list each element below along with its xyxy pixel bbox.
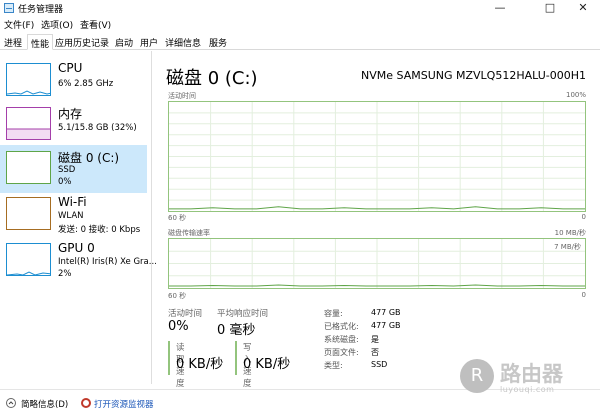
transfer-graph-max: 10 MB/秒 <box>554 229 586 237</box>
sidebar-item-detail: WLAN <box>58 211 84 221</box>
disk-thumbnail-graph <box>6 151 51 184</box>
router-logo-icon: R <box>460 359 494 393</box>
disk-detail-panel: 磁盘 0 (C:) NVMe SAMSUNG MZVLQ512HALU-000H… <box>153 51 600 389</box>
page-title: 磁盘 0 (C:) <box>166 68 258 89</box>
info-value-page-file: 否 <box>371 348 379 357</box>
transfer-graph-x-right: 0 <box>581 291 586 299</box>
title-bar: 任务管理器 — □ ✕ <box>0 0 600 16</box>
resource-monitor-icon[interactable] <box>81 398 91 408</box>
activity-graph-max: 100% <box>565 91 586 99</box>
activity-graph-label: 活动时间 <box>168 92 196 100</box>
info-value-formatted: 477 GB <box>371 321 401 330</box>
sidebar-item-label: CPU <box>58 61 83 75</box>
disk-model: NVMe SAMSUNG MZVLQ512HALU-000H1 <box>361 69 586 82</box>
sidebar-item-label: Wi-Fi <box>58 195 87 209</box>
memory-thumbnail-graph <box>6 107 51 140</box>
menu-file[interactable]: 文件(F) <box>4 18 34 31</box>
info-key-system-disk: 系统磁盘: <box>324 335 359 344</box>
task-manager-icon <box>4 3 14 13</box>
sidebar-item-detail: SSD <box>58 165 76 175</box>
read-speed-value: 0 KB/秒 <box>176 357 224 372</box>
tab-details[interactable]: 详细信息 <box>165 36 201 49</box>
sidebar-item-detail: 6% 2.85 GHz <box>58 79 114 89</box>
tab-startup[interactable]: 启动 <box>115 36 133 49</box>
info-key-formatted: 已格式化: <box>324 322 359 331</box>
sidebar-item-memory[interactable]: 内存 5.1/15.8 GB (32%) <box>0 101 147 149</box>
sidebar-item-label: 磁盘 0 (C:) <box>58 151 120 165</box>
sidebar-item-disk[interactable]: 磁盘 0 (C:) SSD 0% <box>0 145 147 193</box>
avg-response-label: 平均响应时间 <box>217 309 269 319</box>
tab-bar: 进程 性能 应用历史记录 启动 用户 详细信息 服务 <box>0 33 600 50</box>
wifi-thumbnail-graph <box>6 197 51 230</box>
info-key-capacity: 容量: <box>324 309 343 318</box>
transfer-graph-scale: 7 MB/秒 <box>554 243 581 251</box>
menu-view[interactable]: 查看(V) <box>80 18 111 31</box>
active-time-value: 0% <box>168 319 189 334</box>
tab-performance[interactable]: 性能 <box>27 34 54 50</box>
write-speed-box: 写入速度 0 KB/秒 <box>235 341 290 389</box>
transfer-rate-graph: 7 MB/秒 <box>168 238 586 289</box>
write-speed-value: 0 KB/秒 <box>243 357 291 372</box>
activity-graph-x-right: 0 <box>581 213 586 221</box>
close-button[interactable]: ✕ <box>566 0 600 16</box>
info-value-system-disk: 是 <box>371 335 379 344</box>
sidebar-item-gpu[interactable]: GPU 0 Intel(R) Iris(R) Xe Gra... 2% <box>0 237 157 285</box>
tab-app-history[interactable]: 应用历史记录 <box>55 36 109 49</box>
resource-sidebar: CPU 6% 2.85 GHz 内存 5.1/15.8 GB (32%) 磁盘 … <box>0 51 157 384</box>
sidebar-item-wifi[interactable]: Wi-Fi WLAN 发送: 0 接收: 0 Kbps <box>0 191 147 239</box>
maximize-button[interactable]: □ <box>533 0 567 16</box>
avg-response-value: 0 毫秒 <box>217 323 256 338</box>
sidebar-item-detail: Intel(R) Iris(R) Xe Gra... <box>58 257 157 267</box>
transfer-graph-label: 磁盘传输速率 <box>168 229 210 237</box>
sidebar-item-detail: 2% <box>58 269 72 279</box>
chevron-up-icon[interactable] <box>6 398 16 408</box>
sidebar-item-label: GPU 0 <box>58 241 95 255</box>
watermark-text: 路由器 <box>500 362 563 386</box>
open-resource-monitor-link[interactable]: 打开资源监视器 <box>94 398 154 410</box>
site-watermark: R 路由器 luyouqi.com <box>460 355 592 403</box>
active-time-label: 活动时间 <box>168 309 203 319</box>
tab-users[interactable]: 用户 <box>140 36 158 49</box>
cpu-thumbnail-graph <box>6 63 51 96</box>
activity-graph-x-left: 60 秒 <box>168 214 187 222</box>
sidebar-item-detail: 0% <box>58 177 72 187</box>
info-key-page-file: 页面文件: <box>324 348 359 357</box>
info-key-type: 类型: <box>324 361 343 370</box>
sidebar-item-detail: 5.1/15.8 GB (32%) <box>58 123 137 133</box>
transfer-graph-x-left: 60 秒 <box>168 292 187 300</box>
read-speed-box: 读取速度 0 KB/秒 <box>168 341 223 389</box>
menu-options[interactable]: 选项(O) <box>41 18 73 31</box>
sidebar-item-cpu[interactable]: CPU 6% 2.85 GHz <box>0 57 147 105</box>
sidebar-item-detail: 发送: 0 接收: 0 Kbps <box>58 225 141 235</box>
info-value-capacity: 477 GB <box>371 308 401 317</box>
fewer-details-link[interactable]: 简略信息(D) <box>21 398 68 410</box>
sidebar-item-label: 内存 <box>58 107 83 121</box>
activity-time-graph <box>168 101 586 212</box>
tab-processes[interactable]: 进程 <box>4 36 22 49</box>
menu-bar: 文件(F) 选项(O) 查看(V) <box>0 16 600 32</box>
window-title: 任务管理器 <box>18 5 64 15</box>
info-value-type: SSD <box>371 360 388 369</box>
gpu-thumbnail-graph <box>6 243 51 276</box>
watermark-sub: luyouqi.com <box>500 385 555 394</box>
minimize-button[interactable]: — <box>483 0 517 16</box>
tab-services[interactable]: 服务 <box>209 36 227 49</box>
